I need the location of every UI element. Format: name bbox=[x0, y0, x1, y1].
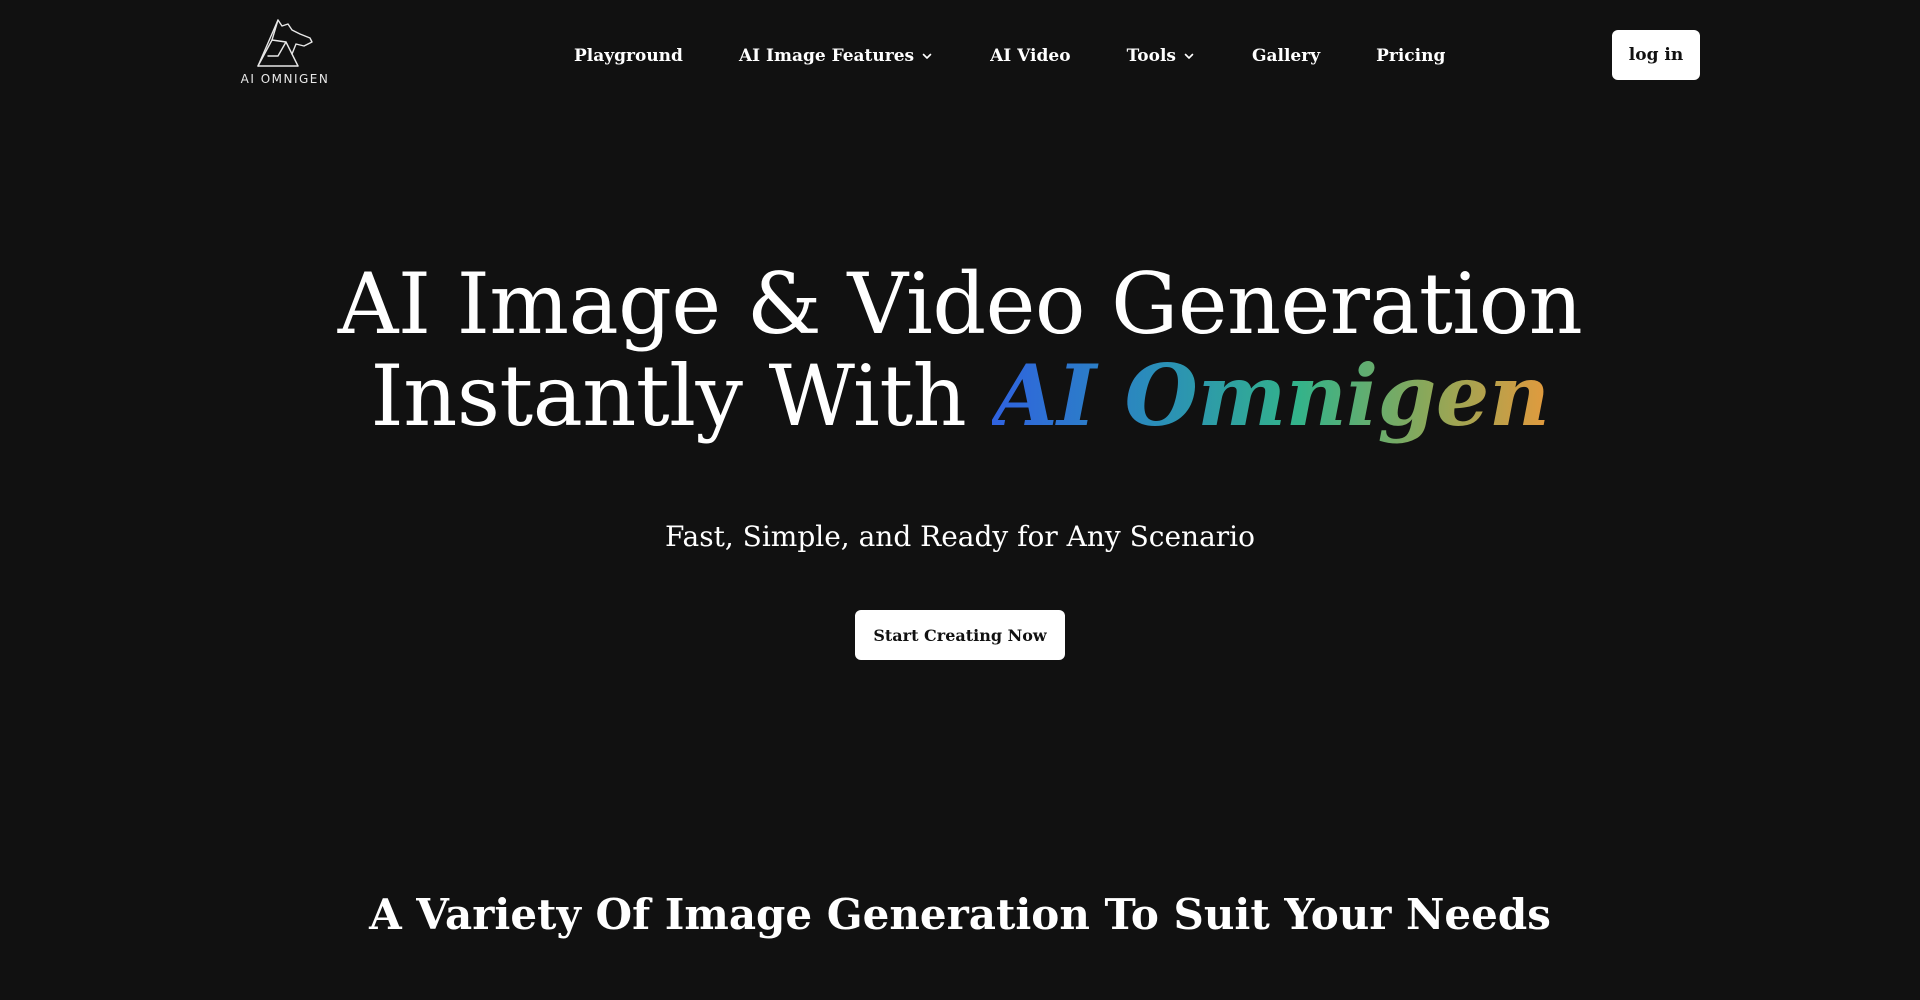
chevron-down-icon bbox=[1184, 53, 1194, 59]
nav-item-tools[interactable]: Tools bbox=[1127, 46, 1196, 66]
dog-line-logo-icon bbox=[257, 19, 313, 67]
nav-item-gallery[interactable]: Gallery bbox=[1252, 46, 1320, 66]
chevron-down-icon bbox=[922, 53, 932, 59]
nav-item-pricing[interactable]: Pricing bbox=[1376, 46, 1445, 66]
nav-item-label: Pricing bbox=[1376, 46, 1446, 66]
hero-title-prefix: Instantly With bbox=[370, 347, 993, 445]
nav-item-ai-image-features[interactable]: AI Image Features bbox=[739, 46, 934, 66]
hero-title-highlight: AI Omnigen bbox=[992, 346, 1550, 445]
nav-item-label: AI Video bbox=[990, 46, 1071, 66]
hero-title: AI Image & Video Generation Instantly Wi… bbox=[0, 258, 1920, 442]
hero-title-line-2: Instantly With AI Omnigen bbox=[0, 347, 1920, 445]
nav-item-ai-video[interactable]: AI Video bbox=[990, 46, 1070, 66]
nav-item-label: Playground bbox=[574, 46, 683, 66]
main-nav: Playground AI Image Features AI Video To… bbox=[574, 42, 1445, 70]
nav-item-playground[interactable]: Playground bbox=[574, 46, 683, 66]
nav-item-label: Gallery bbox=[1251, 46, 1321, 66]
hero-title-line-1: AI Image & Video Generation bbox=[337, 255, 1583, 353]
site-header: AI OMNIGEN Playground AI Image Features … bbox=[0, 0, 1920, 110]
nav-item-label: AI Image Features bbox=[738, 46, 915, 66]
hero-subtitle: Fast, Simple, and Ready for Any Scenario bbox=[665, 520, 1255, 553]
login-button[interactable]: log in bbox=[1612, 30, 1700, 80]
page: AI OMNIGEN Playground AI Image Features … bbox=[0, 0, 1920, 1000]
site-logo[interactable]: AI OMNIGEN bbox=[230, 12, 340, 94]
section-title: A Variety Of Image Generation To Suit Yo… bbox=[369, 890, 1551, 939]
nav-item-label: Tools bbox=[1126, 46, 1176, 66]
logo-text: AI OMNIGEN bbox=[240, 72, 330, 86]
start-creating-button[interactable]: Start Creating Now bbox=[855, 610, 1065, 660]
